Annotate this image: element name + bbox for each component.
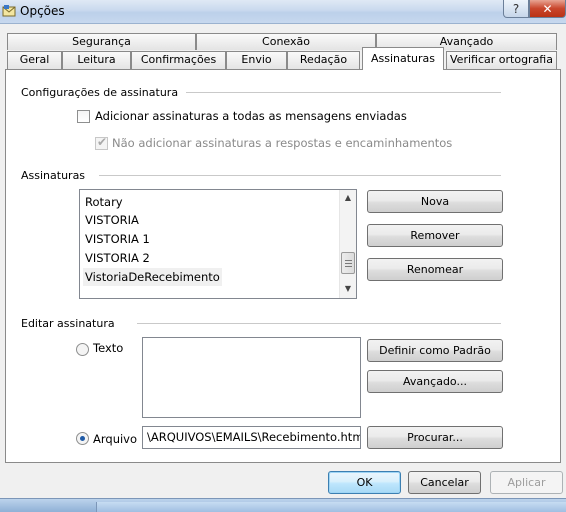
tab-assinaturas[interactable]: Assinaturas — [362, 47, 444, 70]
help-button[interactable]: ? — [503, 0, 529, 18]
rename-signature-button[interactable]: Renomear — [367, 258, 503, 281]
grip-line — [345, 260, 352, 261]
tab-redacao[interactable]: Redação — [287, 51, 360, 69]
tab-envio[interactable]: Envio — [226, 51, 287, 69]
signatures-group-divider — [99, 175, 501, 176]
list-item[interactable]: Rotary — [83, 193, 125, 211]
tab-confirmacoes[interactable]: Confirmações — [131, 51, 226, 69]
ok-button[interactable]: OK — [328, 471, 401, 494]
browse-button[interactable]: Procurar... — [367, 426, 503, 449]
help-icon: ? — [512, 1, 520, 16]
text-radio-label[interactable]: Texto — [93, 341, 123, 355]
settings-group-divider — [186, 92, 501, 93]
tab-geral[interactable]: Geral — [7, 51, 62, 69]
grip-line — [345, 263, 352, 264]
file-radio[interactable] — [76, 432, 89, 445]
advanced-button[interactable]: Avançado... — [367, 370, 503, 393]
tab-verificar-ortografia[interactable]: Verificar ortografia — [446, 51, 557, 69]
signatures-group-label: Assinaturas — [21, 169, 86, 182]
signature-text-area[interactable] — [142, 337, 361, 418]
list-item-selected[interactable]: VistoriaDeRecebimento — [83, 268, 222, 286]
signatures-list[interactable]: Rotary VISTORIA VISTORIA 1 VISTORIA 2 Vi… — [79, 189, 357, 299]
settings-group-label: Configurações de assinatura — [21, 86, 179, 99]
new-signature-button[interactable]: Nova — [367, 190, 503, 213]
grip-line — [345, 266, 352, 267]
set-default-button[interactable]: Definir como Padrão — [367, 339, 503, 362]
list-item[interactable]: VISTORIA 2 — [83, 249, 152, 267]
no-replies-label[interactable]: Não adicionar assinaturas a respostas e … — [112, 136, 452, 150]
scroll-thumb[interactable] — [341, 252, 355, 274]
scroll-up-arrow-icon[interactable]: ▲ — [340, 190, 356, 206]
tab-leitura[interactable]: Leitura — [62, 51, 131, 69]
edit-group-divider — [137, 323, 501, 324]
taskbar-strip — [0, 498, 566, 512]
scroll-down-arrow-icon[interactable]: ▼ — [340, 281, 356, 297]
close-button[interactable]: ✕ — [529, 0, 566, 18]
text-radio[interactable] — [76, 343, 89, 356]
list-item[interactable]: VISTORIA — [83, 211, 141, 229]
outlook-express-icon — [2, 5, 16, 17]
remove-signature-button[interactable]: Remover — [367, 224, 503, 247]
edit-group-label: Editar assinatura — [21, 317, 115, 330]
add-signatures-checkbox[interactable] — [77, 110, 90, 123]
taskbar-segment — [96, 502, 566, 512]
add-signatures-label[interactable]: Adicionar assinaturas a todas as mensage… — [95, 109, 407, 123]
title-bar: Opções ? ✕ — [0, 0, 566, 24]
list-item[interactable]: VISTORIA 1 — [83, 230, 152, 248]
no-replies-checkbox[interactable]: ✔ — [95, 135, 108, 150]
window-title: Opções — [20, 4, 65, 18]
signatures-panel: Configurações de assinatura Adicionar as… — [5, 69, 561, 463]
apply-button[interactable]: Aplicar — [490, 471, 563, 494]
tab-conexao[interactable]: Conexão — [196, 33, 376, 50]
tab-seguranca[interactable]: Segurança — [7, 33, 196, 50]
file-radio-label[interactable]: Arquivo — [93, 432, 137, 446]
list-scrollbar[interactable]: ▲ ▼ — [339, 190, 356, 298]
close-icon: ✕ — [542, 1, 553, 16]
cancel-button[interactable]: Cancelar — [408, 471, 481, 494]
file-path-input[interactable]: \ARQUIVOS\EMAILS\Recebimento.htm — [142, 426, 361, 449]
checkmark-icon: ✔ — [97, 135, 108, 149]
